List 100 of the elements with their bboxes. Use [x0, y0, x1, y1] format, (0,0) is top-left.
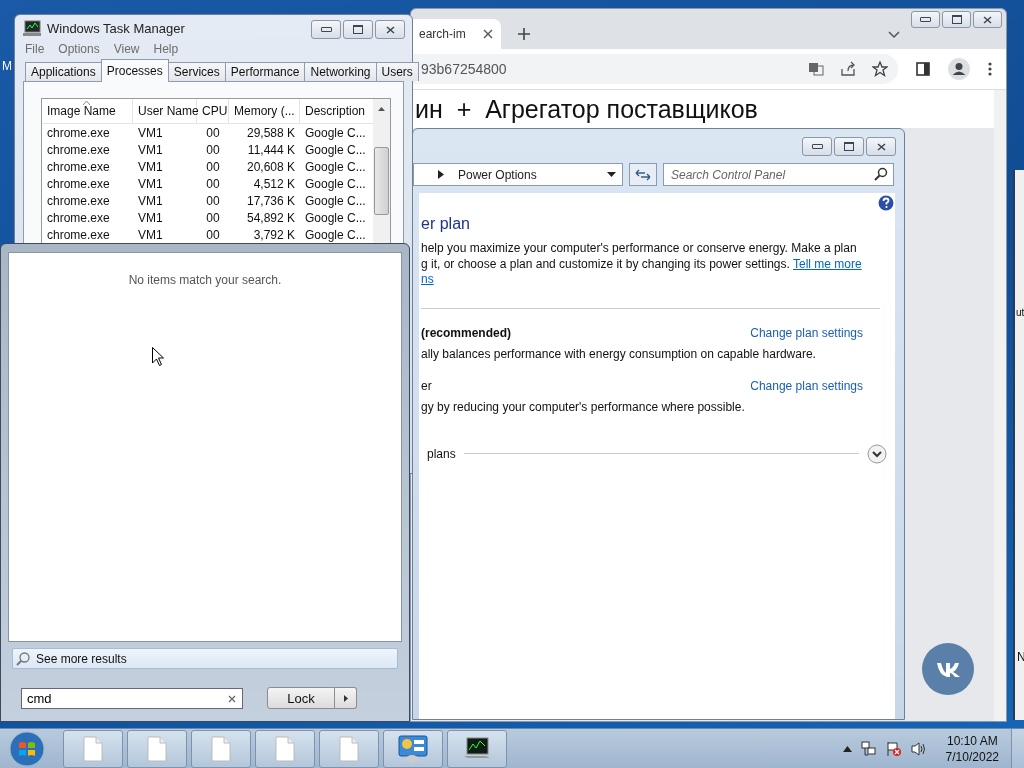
- table-cell-text: chrome.exe: [46, 176, 111, 191]
- browser-tab[interactable]: earch-im: [411, 19, 501, 49]
- search-field[interactable]: cmd: [21, 687, 243, 709]
- change-plan-link[interactable]: Change plan settings: [750, 325, 863, 340]
- scrollbar[interactable]: [994, 90, 1006, 721]
- address-bar[interactable]: Power Options: [413, 163, 623, 186]
- plan-name[interactable]: (recommended): [421, 325, 512, 340]
- column-header[interactable]: Image Name: [42, 99, 133, 123]
- table-cell-text: 29,588 K: [245, 125, 296, 140]
- table-cell-text: Google C...: [304, 159, 367, 174]
- window-text-fragment: N: [1017, 650, 1024, 664]
- pointer-icon: [152, 347, 164, 366]
- breadcrumb-arrow-icon[interactable]: [438, 170, 444, 179]
- minimize-button[interactable]: [802, 137, 832, 156]
- clear-icon[interactable]: [228, 694, 236, 703]
- column-header[interactable]: User Name: [133, 99, 197, 123]
- table-cell-text: 54,892 K: [245, 210, 296, 225]
- dropdown-arrow-icon[interactable]: [607, 172, 616, 177]
- tab[interactable]: Networking: [304, 62, 377, 81]
- table-cell-text: VM1: [137, 176, 164, 191]
- scroll-up-icon[interactable]: [378, 107, 385, 111]
- maximize-button[interactable]: [942, 11, 971, 28]
- plan-description: gy by reducing your computer's performance where possible.: [421, 399, 746, 414]
- table-cell-text: 4,512 K: [252, 176, 296, 191]
- help-link[interactable]: ns: [421, 272, 434, 286]
- refresh-button[interactable]: [629, 163, 657, 186]
- help-link[interactable]: Tell me more: [793, 256, 862, 271]
- column-header[interactable]: CPU: [197, 99, 229, 123]
- tab[interactable]: Applications: [25, 62, 102, 81]
- window-title: Windows Task Manager: [47, 20, 185, 36]
- table-cell-text: VM1: [137, 193, 164, 208]
- plan-name[interactable]: er: [421, 378, 432, 393]
- network-icon[interactable]: [860, 740, 877, 757]
- search-icon[interactable]: [874, 167, 888, 181]
- menu-item[interactable]: Help: [153, 42, 179, 56]
- document-icon: [211, 735, 231, 762]
- close-button[interactable]: [973, 11, 1002, 28]
- tab[interactable]: Processes: [100, 59, 169, 82]
- tab[interactable]: Services: [167, 62, 226, 81]
- chevron-down-icon[interactable]: [888, 31, 900, 39]
- desktop-icon-label[interactable]: M: [2, 59, 12, 73]
- table-cell-text: 00: [205, 176, 221, 191]
- empty-message: No items match your search.: [128, 273, 282, 287]
- tab[interactable]: Performance: [224, 62, 306, 81]
- star-icon[interactable]: [872, 61, 888, 77]
- maximize-button[interactable]: [834, 137, 864, 156]
- refresh-icon: [635, 168, 651, 181]
- close-icon: [983, 15, 992, 24]
- table-cell-text: Google C...: [304, 193, 367, 208]
- clock[interactable]: 10:10 AM 7/10/2022: [945, 732, 999, 765]
- social-button[interactable]: [922, 643, 974, 695]
- close-button[interactable]: [375, 20, 405, 39]
- flag-icon[interactable]: [885, 740, 902, 757]
- table-cell-text: 00: [205, 227, 221, 242]
- tab[interactable]: Users: [375, 62, 419, 81]
- table-cell-text: chrome.exe: [46, 193, 111, 208]
- help-icon[interactable]: [878, 195, 894, 211]
- plan-description: ally balances performance with energy consumption on capable hardware.: [421, 346, 817, 361]
- minimize-button[interactable]: [311, 20, 341, 39]
- table-cell-text: Google C...: [304, 210, 367, 225]
- document-icon: [83, 735, 103, 762]
- profile-icon[interactable]: [948, 58, 970, 80]
- taskbar-button[interactable]: [447, 729, 507, 768]
- menu-item[interactable]: Options: [58, 42, 100, 56]
- column-header[interactable]: Memory (...: [229, 99, 300, 123]
- scroll-thumb[interactable]: [374, 147, 389, 215]
- control-panel-icon: [398, 734, 428, 763]
- section-label: plans: [427, 446, 456, 461]
- search-field[interactable]: Search Control Panel: [663, 163, 894, 186]
- minimize-button[interactable]: [911, 11, 940, 28]
- menu-icon[interactable]: [988, 62, 992, 76]
- expand-icon[interactable]: [867, 443, 887, 464]
- show-hidden-icons-button[interactable]: [842, 745, 852, 752]
- see-more-results-button[interactable]: See more results: [12, 648, 398, 669]
- close-icon[interactable]: [483, 29, 493, 39]
- close-button[interactable]: [866, 137, 896, 156]
- close-icon: [385, 25, 395, 34]
- lock-button[interactable]: Lock: [267, 687, 335, 709]
- table-cell-text: Google C...: [304, 227, 367, 242]
- table-cell-text: Google C...: [304, 125, 367, 140]
- translate-icon[interactable]: [808, 61, 824, 77]
- share-icon[interactable]: [840, 61, 856, 77]
- start-button[interactable]: [9, 730, 45, 767]
- description-text: help you maximize your computer's performance or conserve energy. Make a plan g it, or choose a plan and customize it by changing its power settings. Tell me more ns: [421, 241, 863, 288]
- arrow-right-icon: [343, 694, 348, 702]
- table-cell-text: chrome.exe: [46, 142, 111, 157]
- volume-icon[interactable]: [910, 740, 927, 757]
- table-cell-text: 17,736 K: [245, 193, 296, 208]
- maximize-button[interactable]: [343, 20, 373, 39]
- menu-item[interactable]: View: [113, 42, 140, 56]
- document-icon: [275, 735, 295, 762]
- table-cell-text: VM1: [137, 125, 164, 140]
- change-plan-link[interactable]: Change plan settings: [750, 378, 863, 393]
- side-panel-icon[interactable]: [916, 62, 930, 76]
- power-options-button[interactable]: [335, 687, 357, 709]
- menu-item[interactable]: File: [25, 42, 45, 56]
- table-cell-text: 00: [205, 159, 221, 174]
- section-heading: er plan: [421, 215, 471, 233]
- table-cell-text: 00: [205, 210, 221, 225]
- new-tab-icon[interactable]: [517, 27, 531, 41]
